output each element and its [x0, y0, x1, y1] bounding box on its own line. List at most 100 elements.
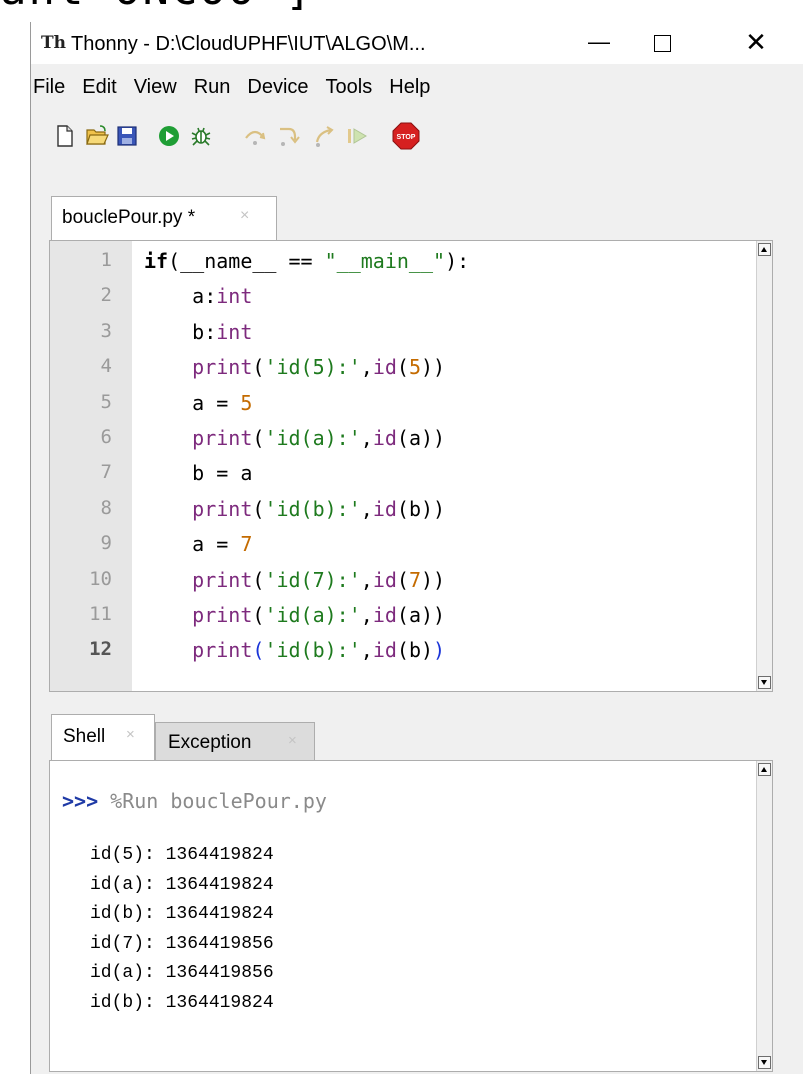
menu-run[interactable]: Run	[187, 70, 238, 105]
code-token: 'id(7):'	[264, 567, 361, 592]
menu-bar: File Edit View Run Device Tools Help	[31, 70, 440, 106]
shell-scrollbar[interactable]	[756, 761, 772, 1071]
code-line[interactable]: if(__name__ == "__main__"):	[144, 249, 469, 273]
code-token: int	[216, 284, 253, 309]
shell-output-line: id(a): 1364419856	[90, 963, 274, 984]
code-token: print	[192, 426, 253, 450]
minimize-button[interactable]: —	[576, 22, 622, 64]
code-line[interactable]: print('id(b):',id(b))	[144, 497, 445, 521]
close-button[interactable]: ✕	[733, 22, 779, 64]
code-token: (a))	[396, 603, 446, 627]
menu-help[interactable]: Help	[382, 70, 437, 105]
title-bar[interactable]: Th Thonny - D:\CloudUPHF\IUT\ALGO\M... —…	[31, 22, 803, 64]
code-token: (	[252, 603, 265, 627]
save-icon[interactable]	[115, 124, 139, 148]
code-editor[interactable]: 1 2 3 4 5 6 7 8 9 10 11 12 if(__name__ == "__main__…	[49, 240, 773, 692]
code-token: ,	[360, 638, 373, 663]
stop-icon[interactable]: STOP	[391, 121, 421, 151]
stop-label: STOP	[397, 134, 416, 141]
code-token: 'id(a):'	[264, 603, 361, 627]
line-number: 1	[100, 249, 112, 271]
scroll-down-arrow-icon[interactable]	[758, 676, 771, 689]
maximize-icon	[653, 34, 671, 52]
editor-tab-bouclepour[interactable]: bouclePour.py * ×	[51, 196, 277, 240]
code-token: (	[252, 426, 265, 450]
open-file-icon[interactable]	[85, 124, 109, 148]
code-token: 5	[240, 390, 253, 415]
code-token: (	[252, 567, 265, 592]
code-token: 7	[240, 532, 253, 557]
scroll-down-arrow-icon[interactable]	[758, 1056, 771, 1069]
toolbar: STOP	[47, 118, 787, 158]
code-line[interactable]: a = 7	[144, 532, 252, 556]
shell-output-line: id(a): 1364419824	[90, 874, 274, 895]
code-token: 'id(b):'	[264, 496, 361, 521]
menu-edit[interactable]: Edit	[75, 70, 123, 105]
code-token: ))	[421, 355, 446, 380]
shell-panel[interactable]: >>> %Run bouclePour.py id(5): 1364419824…	[49, 760, 773, 1072]
code-line[interactable]: print('id(b):',id(b))	[144, 638, 445, 662]
code-line[interactable]: print('id(5):',id(5))	[144, 355, 445, 379]
scroll-up-arrow-icon[interactable]	[758, 763, 771, 776]
step-out-icon[interactable]	[313, 124, 337, 148]
tab-shell[interactable]: Shell ×	[51, 714, 155, 760]
tab-exception[interactable]: Exception ×	[155, 722, 315, 760]
menu-view[interactable]: View	[127, 70, 184, 105]
maximize-button[interactable]	[639, 22, 685, 64]
code-token: (b)	[396, 638, 434, 663]
code-token: int	[216, 319, 253, 344]
code-token: b:	[144, 319, 217, 344]
code-line[interactable]: print('id(7):',id(7))	[144, 568, 445, 592]
code-token: print	[192, 603, 253, 627]
menu-file[interactable]: File	[31, 70, 72, 105]
line-number: 6	[100, 426, 112, 448]
cropped-heading: ant ONCOO ]	[0, 0, 803, 22]
code-token: print	[192, 638, 253, 663]
code-line[interactable]: print('id(a):',id(a))	[144, 603, 445, 627]
line-number: 7	[100, 461, 112, 484]
code-line[interactable]: a = 5	[144, 391, 252, 415]
code-token: b = a	[144, 461, 253, 486]
shell-output-line: id(b): 1364419824	[90, 993, 274, 1013]
code-line[interactable]: a:int	[144, 284, 252, 308]
exception-tab-close-icon[interactable]: ×	[288, 732, 297, 749]
code-token: )	[433, 638, 446, 663]
step-over-icon[interactable]	[243, 124, 267, 148]
step-into-icon[interactable]	[277, 124, 301, 148]
window-title: Thonny - D:\CloudUPHF\IUT\ALGO\M...	[71, 33, 426, 55]
shell-tab-label: Shell	[63, 726, 106, 747]
code-token: "__main__"	[324, 249, 446, 273]
menu-device[interactable]: Device	[240, 70, 315, 105]
shell-tab-close-icon[interactable]: ×	[126, 726, 135, 743]
editor-scrollbar[interactable]	[756, 241, 772, 691]
thonny-app-icon: Th	[41, 33, 67, 53]
code-token: id	[372, 603, 397, 627]
code-token: 'id(b):'	[264, 638, 361, 663]
code-token: a:	[144, 284, 217, 309]
line-number: 10	[89, 567, 112, 590]
code-token: ,	[360, 603, 373, 627]
editor-tab-close-icon[interactable]: ×	[240, 207, 249, 225]
code-line[interactable]: b = a	[144, 461, 252, 485]
debug-icon[interactable]	[189, 124, 213, 148]
code-token: 'id(5):'	[264, 355, 361, 380]
code-token: (b))	[396, 496, 446, 521]
code-token: print	[192, 567, 253, 592]
resume-icon[interactable]	[345, 124, 369, 148]
code-line[interactable]: print('id(a):',id(a))	[144, 426, 445, 450]
code-token: id	[372, 638, 397, 663]
code-line[interactable]: b:int	[144, 320, 252, 344]
new-file-icon[interactable]	[53, 124, 77, 148]
code-token: (__name__ ==	[168, 249, 325, 273]
code-token: ,	[360, 426, 373, 450]
line-number: 2	[100, 284, 112, 307]
shell-output-line: id(7): 1364419856	[90, 933, 274, 954]
code-token: (	[396, 567, 409, 592]
run-icon[interactable]	[157, 124, 181, 148]
menu-tools[interactable]: Tools	[319, 70, 380, 105]
scroll-up-arrow-icon[interactable]	[758, 243, 771, 256]
